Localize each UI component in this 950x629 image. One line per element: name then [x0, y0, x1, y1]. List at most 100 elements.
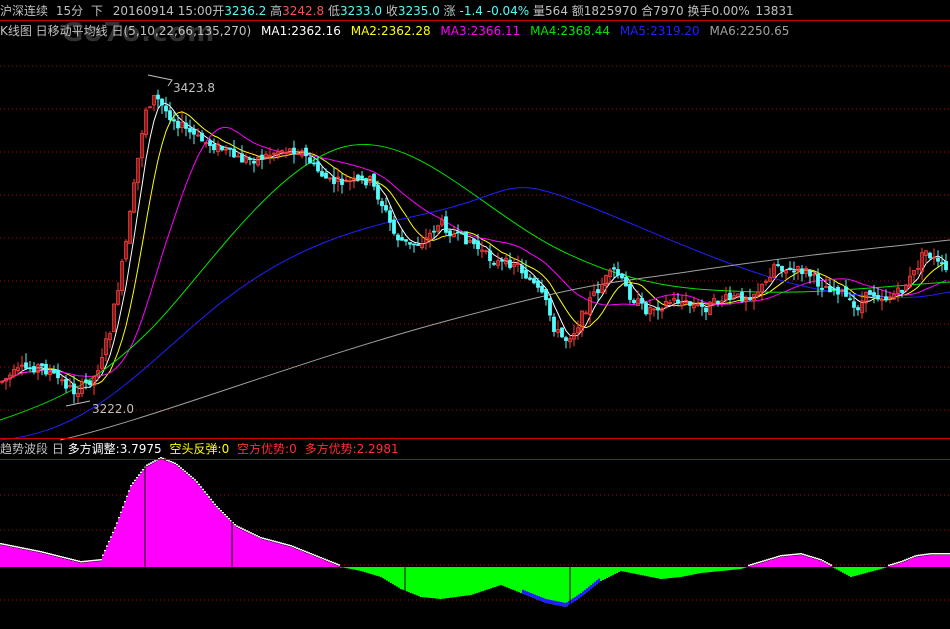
ind-bar-63 [126, 497, 128, 567]
stock-name[interactable]: 沪深连续 [0, 4, 48, 18]
ind-cap-23 [46, 552, 48, 554]
candle-body-31 [124, 241, 128, 260]
ind-cap-386 [772, 557, 774, 559]
ind-bar-290 [580, 567, 582, 597]
ind-cap-17 [34, 549, 36, 552]
candle-body-212 [848, 298, 852, 301]
low-annotation-line [65, 400, 91, 407]
ind-cap-450 [900, 561, 902, 563]
ind-bar-0 [0, 545, 2, 567]
ind-bar-362 [724, 567, 726, 571]
ma-title[interactable]: K线图 日移动平均线 日(5,10,22,66,135,270) [0, 24, 251, 38]
candle-body-33 [132, 182, 136, 213]
ind-bar-143 [286, 545, 288, 567]
ind-bar-232 [464, 567, 466, 596]
candle-body-98 [392, 219, 396, 234]
candle-body-17 [68, 384, 72, 388]
period-label[interactable]: 15分 [56, 4, 83, 18]
candle-body-173 [692, 304, 696, 309]
candle-body-7 [28, 367, 32, 370]
ind-bar-172 [344, 567, 346, 568]
ind-bar-214 [428, 567, 430, 598]
ind-bar-248 [496, 567, 498, 587]
kline-chart[interactable]: 3423.8 3222.0 [0, 0, 950, 629]
ind-cap-278 [556, 601, 558, 606]
ind-bar-457 [914, 557, 916, 567]
ind-cap-137 [274, 540, 276, 543]
ind-bar-456 [912, 558, 914, 567]
candle-body-131 [524, 269, 528, 279]
ind-cap-457 [914, 555, 916, 557]
ind-bar-437 [874, 567, 876, 571]
candle-body-10 [40, 363, 44, 367]
ind-bar-341 [682, 567, 684, 577]
ind-bar-426 [852, 567, 854, 577]
extra-value: 13831 [755, 4, 794, 18]
ind-bar-281 [562, 567, 564, 607]
ind-cap-94 [188, 474, 190, 476]
volume-label: 量 [533, 4, 546, 18]
ind-bar-41 [82, 562, 84, 567]
ind-cap-92 [184, 470, 186, 473]
candle-body-156 [624, 276, 628, 287]
ind-cap-129 [258, 536, 260, 538]
ind-bar-12 [24, 549, 26, 567]
ind-bar-294 [588, 567, 590, 591]
candle-body-155 [620, 273, 624, 279]
candle-body-139 [556, 329, 560, 333]
ind-cap-397 [794, 553, 796, 556]
ind-bar-39 [78, 562, 80, 567]
indicator-title[interactable]: 趋势波段 日 [0, 442, 64, 456]
ind-bar-363 [726, 567, 728, 571]
open-value: 3236.2 [224, 4, 267, 18]
ind-cap-165 [330, 561, 332, 563]
ind-bar-320 [640, 567, 642, 575]
candle-body-1 [4, 378, 8, 382]
ind-bar-83 [166, 461, 168, 567]
ind-bar-268 [536, 567, 538, 600]
ind-bar-44 [88, 562, 90, 567]
ind-bar-167 [334, 564, 336, 567]
candle-body-100 [400, 237, 404, 241]
ind-cap-469 [938, 553, 940, 555]
ind-cap-266 [532, 593, 534, 598]
ind-bar-400 [800, 555, 802, 567]
ind-bar-396 [792, 555, 794, 567]
ind-cap-390 [780, 555, 782, 557]
ind-cap-12 [24, 547, 26, 550]
ind-bar-361 [722, 567, 724, 571]
ind-cap-383 [766, 559, 768, 561]
ind-bar-135 [270, 541, 272, 567]
ind-bar-79 [158, 460, 160, 567]
candle-body-111 [444, 216, 448, 233]
oi-value: 7970 [653, 4, 684, 18]
ind-bar-78 [156, 461, 158, 567]
candle-body-65 [260, 154, 264, 160]
ind-bar-349 [698, 567, 700, 574]
ind-bar-123 [246, 532, 248, 567]
ind-bar-107 [214, 505, 216, 567]
ind-bar-375 [750, 566, 752, 567]
ind-bar-262 [524, 567, 526, 595]
ind-bar-76 [152, 463, 154, 567]
ind-bar-469 [938, 555, 940, 567]
ind-bar-259 [518, 567, 520, 593]
ind-bar-329 [658, 567, 660, 579]
candle-body-228 [912, 269, 916, 276]
ind-bar-462 [924, 555, 926, 567]
candle-body-106 [424, 237, 428, 244]
ind-bar-147 [294, 548, 296, 567]
ind-bar-470 [940, 555, 942, 567]
ind-cap-394 [788, 554, 790, 556]
ind-bar-419 [838, 567, 840, 571]
grid-lines [0, 65, 950, 601]
ind-bar-211 [422, 567, 424, 598]
ind-bar-197 [394, 567, 396, 586]
ind-bar-379 [758, 563, 760, 567]
ind-bar-72 [144, 468, 146, 567]
volume-value: 564 [545, 4, 568, 18]
ind-bar-242 [484, 567, 486, 591]
candle-body-175 [700, 303, 704, 307]
ind-bar-70 [140, 473, 142, 567]
candle-body-76 [304, 147, 308, 157]
